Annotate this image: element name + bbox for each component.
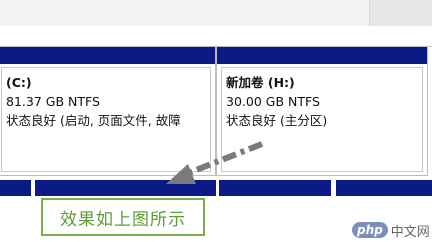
spacer <box>0 26 432 46</box>
next-disk-partition-bar[interactable] <box>336 180 432 196</box>
partition-h-status: 状态良好 (主分区) <box>226 113 328 128</box>
caption-text: 效果如上图所示 <box>60 209 186 230</box>
partition-h-header-bar <box>217 47 427 64</box>
partition-h[interactable]: 新加卷 (H:) 30.00 GB NTFS 状态良好 (主分区) <box>216 46 428 176</box>
watermark: php 中文网 <box>352 220 430 240</box>
partition-c-name: (C:) <box>6 75 32 90</box>
php-logo: php <box>352 222 388 238</box>
partition-c-header-bar <box>0 47 215 64</box>
next-disk-partition-bar[interactable] <box>0 180 31 196</box>
watermark-text: 中文网 <box>390 224 430 240</box>
next-disk-partition-bar[interactable] <box>35 180 216 196</box>
partition-c[interactable]: (C:) 81.37 GB NTFS 状态良好 (启动, 页面文件, 故障 <box>0 46 216 176</box>
window-top-panel <box>0 0 370 26</box>
partition-h-body[interactable]: 新加卷 (H:) 30.00 GB NTFS 状态良好 (主分区) <box>221 67 423 172</box>
partition-h-size: 30.00 GB NTFS <box>226 94 320 109</box>
partition-c-status: 状态良好 (启动, 页面文件, 故障 <box>6 113 181 128</box>
partition-c-size: 81.37 GB NTFS <box>6 94 100 109</box>
window-top-strip <box>0 0 432 26</box>
caption-box: 效果如上图所示 <box>41 198 205 236</box>
partition-c-body[interactable]: (C:) 81.37 GB NTFS 状态良好 (启动, 页面文件, 故障 <box>1 67 211 172</box>
partition-h-name: 新加卷 (H:) <box>226 75 295 90</box>
next-disk-partition-bar[interactable] <box>219 180 331 196</box>
